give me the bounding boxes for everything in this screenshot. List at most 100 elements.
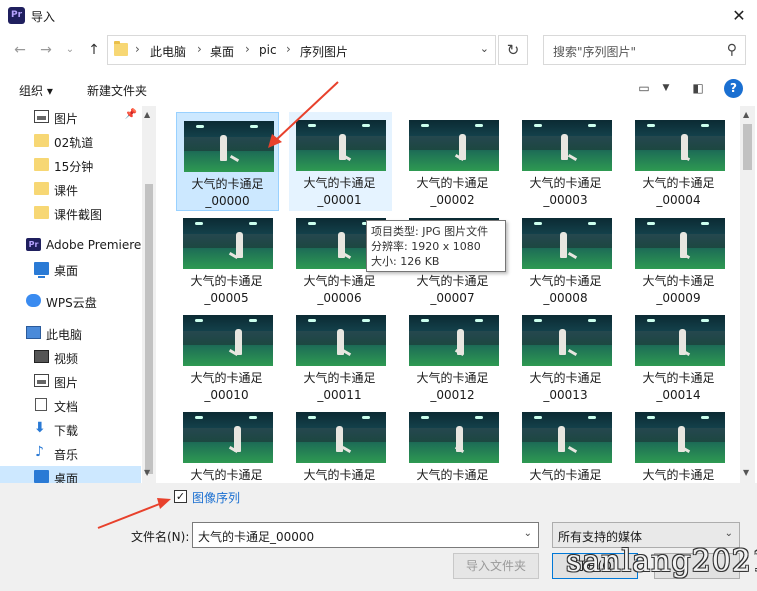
image-sequence-checkbox[interactable]: ✓ — [174, 490, 187, 503]
pictures-icon — [34, 110, 49, 123]
sidebar-item-desktop[interactable]: 桌面 — [0, 258, 141, 280]
scroll-down-arrow-icon[interactable]: ▼ — [743, 468, 749, 477]
refresh-button[interactable]: ↻ — [498, 35, 528, 65]
back-arrow-icon[interactable]: ← — [10, 40, 30, 60]
file-thumbnail-item[interactable]: 大气的卡通足 _00010 — [176, 307, 279, 406]
image-preview — [183, 218, 273, 269]
sidebar-item-pictures-pinned[interactable]: 图片 📌 — [0, 106, 141, 128]
file-name-line1: 大气的卡通足 — [190, 274, 263, 288]
sidebar-item-label: 文档 — [54, 400, 79, 414]
pictures-icon — [34, 374, 49, 387]
image-preview — [635, 120, 725, 171]
organize-menu-button[interactable]: 组织 ▾ — [19, 82, 53, 99]
sidebar-item-wps-cloud[interactable]: WPS云盘 — [0, 290, 141, 312]
file-name-line1: 大气的卡通足 — [529, 274, 602, 288]
breadcrumb-sequence-pictures[interactable]: 序列图片 — [300, 43, 348, 60]
sidebar-item-pictures[interactable]: 图片 — [0, 370, 141, 392]
address-dropdown-chevron-icon[interactable]: ⌄ — [480, 42, 489, 55]
file-name-label: 大气的卡通足 _00008 — [515, 273, 616, 307]
file-thumbnail-item[interactable]: 大气的卡通足 _00011 — [289, 307, 392, 406]
breadcrumb-separator-icon[interactable]: › — [197, 42, 202, 56]
filename-input[interactable]: 大气的卡通足_00000 ⌄ — [192, 522, 539, 548]
watermark-text: sanlang2021 — [566, 544, 757, 579]
file-name-line2: _00003 — [543, 193, 588, 207]
file-thumbnail-item[interactable]: 大气的卡通足 _00001 — [289, 112, 392, 211]
file-name-line1: 大气的卡通足 — [416, 176, 489, 190]
help-icon[interactable]: ? — [724, 79, 743, 98]
image-preview — [635, 315, 725, 366]
file-thumbnail-item[interactable]: 大气的卡通足 _00014 — [628, 307, 731, 406]
pin-icon[interactable]: 📌 — [125, 109, 137, 120]
title-bar: Pr 导入 ✕ — [0, 0, 757, 32]
recent-locations-chevron-icon[interactable]: ⌄ — [60, 40, 80, 60]
search-input[interactable]: 搜索"序列图片" ⚲ — [543, 35, 746, 65]
file-thumbnail-item[interactable]: 大气的卡通足 _00013 — [515, 307, 618, 406]
preview-pane-icon[interactable]: ◧ — [688, 79, 708, 97]
search-icon[interactable]: ⚲ — [727, 42, 737, 58]
breadcrumb-desktop[interactable]: 桌面 — [210, 43, 234, 60]
sidebar-item-downloads[interactable]: ⬇ 下载 — [0, 418, 141, 440]
file-thumbnail-item[interactable]: 大气的卡通足 _00009 — [628, 210, 731, 309]
sidebar-item-music[interactable]: ♪ 音乐 — [0, 442, 141, 464]
file-thumbnail-item[interactable]: 大气的卡通足 — [176, 404, 279, 483]
sidebar-item-desktop-selected[interactable]: 桌面 — [0, 466, 141, 483]
breadcrumb-separator-icon[interactable]: › — [245, 42, 250, 56]
file-grid: 大气的卡通足 _00000 大气的卡通足 _00001 大气的卡通足 _00002 大气的卡… — [160, 106, 738, 483]
file-grid-scrollbar[interactable]: ▲ ▼ — [740, 106, 755, 483]
sidebar-item-label: 课件截图 — [54, 208, 103, 222]
file-thumbnail-item[interactable]: 大气的卡通足 — [515, 404, 618, 483]
image-preview — [183, 315, 273, 366]
sidebar-item-adobe-premiere[interactable]: Pr Adobe Premiere — [0, 234, 141, 256]
file-name-line1: 大气的卡通足 — [529, 371, 602, 385]
music-icon: ♪ — [35, 444, 44, 460]
file-thumbnail-item[interactable]: 大气的卡通足 _00004 — [628, 112, 731, 211]
navigation-scrollbar[interactable]: ▲ ▼ — [142, 106, 156, 483]
breadcrumb-separator-icon[interactable]: › — [286, 42, 291, 56]
sidebar-item-courseware-screenshots[interactable]: 课件截图 — [0, 202, 141, 224]
scroll-up-arrow-icon[interactable]: ▲ — [743, 110, 749, 119]
address-bar[interactable]: › 此电脑 › 桌面 › pic › 序列图片 ⌄ — [107, 35, 496, 65]
sidebar-item-courseware[interactable]: 课件 — [0, 178, 141, 200]
breadcrumb-this-pc[interactable]: 此电脑 — [150, 43, 186, 60]
tooltip-resolution: 分辨率: 1920 x 1080 — [371, 240, 481, 253]
file-thumbnail-item[interactable]: 大气的卡通足 _00000 — [176, 112, 279, 211]
sidebar-item-15-minutes[interactable]: 15分钟 — [0, 154, 141, 176]
image-preview — [522, 120, 612, 171]
sidebar-item-documents[interactable]: 文档 — [0, 394, 141, 416]
sidebar-item-02-track[interactable]: 02轨道 — [0, 130, 141, 152]
scroll-down-arrow-icon[interactable]: ▼ — [144, 468, 150, 477]
file-thumbnail-item[interactable]: 大气的卡通足 — [289, 404, 392, 483]
file-thumbnail-item[interactable]: 大气的卡通足 — [628, 404, 731, 483]
sidebar-item-this-pc[interactable]: 此电脑 — [0, 322, 141, 344]
up-arrow-icon[interactable]: ↑ — [84, 40, 104, 60]
sidebar-item-videos[interactable]: 视频 — [0, 346, 141, 368]
sidebar-item-label: 图片 — [54, 376, 79, 390]
file-thumbnail-item[interactable]: 大气的卡通足 _00012 — [402, 307, 505, 406]
file-thumbnail-item[interactable]: 大气的卡通足 _00008 — [515, 210, 618, 309]
file-name-label: 大气的卡通足 _00012 — [402, 370, 503, 404]
file-name-line2: _00011 — [317, 388, 362, 402]
file-thumbnail-item[interactable]: 大气的卡通足 _00005 — [176, 210, 279, 309]
image-sequence-label[interactable]: 图像序列 — [192, 489, 240, 506]
scrollbar-thumb[interactable] — [145, 184, 153, 474]
file-name-line2: _00014 — [656, 388, 701, 402]
breadcrumb-pic[interactable]: pic — [259, 43, 277, 57]
file-thumbnail-item[interactable]: 大气的卡通足 — [402, 404, 505, 483]
scrollbar-thumb[interactable] — [743, 124, 752, 170]
close-button[interactable]: ✕ — [725, 3, 753, 29]
tooltip-size: 大小: 126 KB — [371, 255, 440, 268]
file-thumbnail-item[interactable]: 大气的卡通足 _00003 — [515, 112, 618, 211]
file-thumbnail-item[interactable]: 大气的卡通足 _00002 — [402, 112, 505, 211]
view-options-icon[interactable]: ▭ — [634, 79, 654, 97]
forward-arrow-icon[interactable]: → — [36, 40, 56, 60]
scroll-up-arrow-icon[interactable]: ▲ — [144, 110, 150, 119]
new-folder-button[interactable]: 新建文件夹 — [87, 82, 147, 99]
import-folder-button[interactable]: 导入文件夹 — [453, 553, 539, 579]
view-dropdown-chevron-icon[interactable]: ▼ — [656, 79, 676, 97]
command-bar: 组织 ▾ 新建文件夹 ▭ ▼ ◧ ? — [0, 74, 757, 104]
file-name-line2: _00013 — [543, 388, 588, 402]
filename-dropdown-chevron-icon[interactable]: ⌄ — [524, 528, 532, 539]
file-name-line2: _00000 — [205, 194, 250, 208]
sidebar-item-label: 桌面 — [54, 472, 79, 483]
breadcrumb-separator-icon[interactable]: › — [135, 42, 140, 56]
